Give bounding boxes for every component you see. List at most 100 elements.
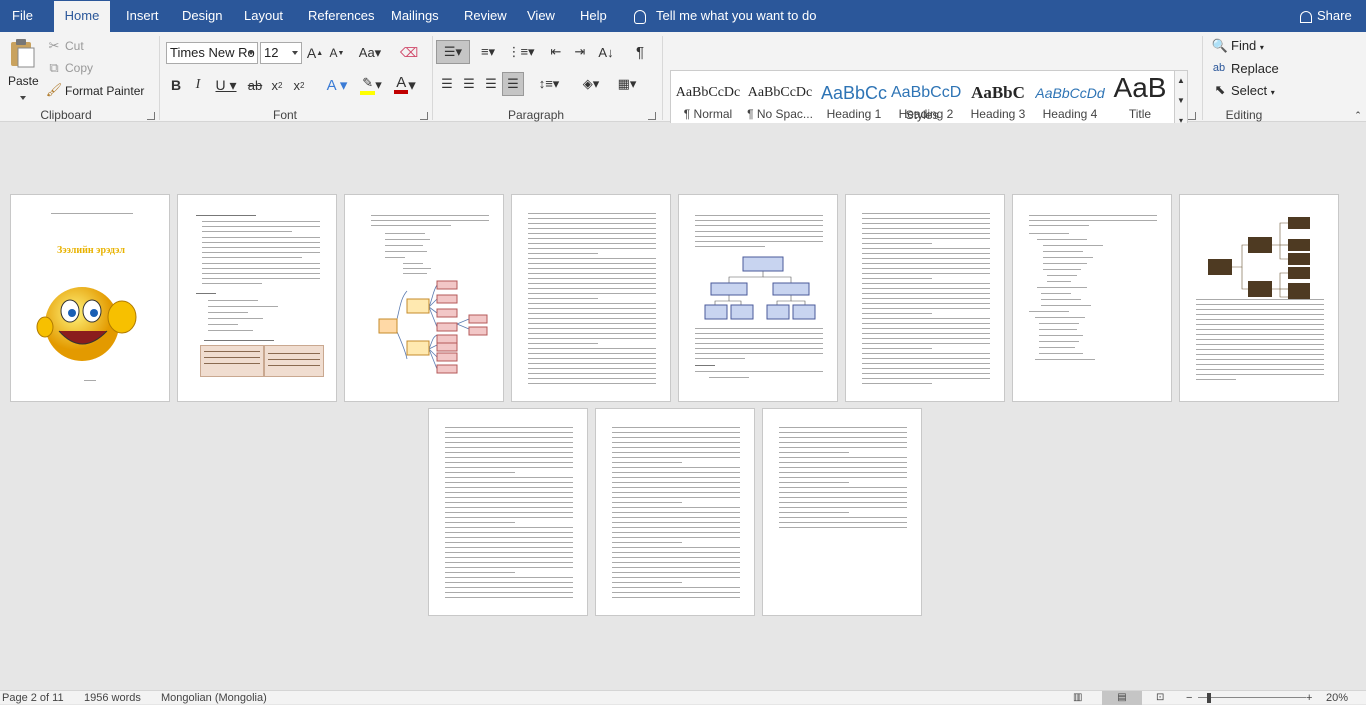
page-thumbnail-8[interactable] — [1179, 194, 1339, 402]
zoom-in-button[interactable]: + — [1306, 691, 1312, 705]
page-thumbnail-1[interactable]: Зээлийн эрэдэл — [10, 194, 170, 402]
copy-button[interactable]: Copy — [65, 61, 93, 75]
page-count[interactable]: Page 2 of 11 — [2, 691, 64, 705]
page-thumbnail-3[interactable] — [344, 194, 504, 402]
font-size-select[interactable]: 12 — [260, 42, 302, 64]
decrease-indent-icon[interactable]: ⇤ — [546, 42, 566, 62]
numbering-icon[interactable]: ≡▾ — [474, 42, 502, 62]
styles-launcher-icon[interactable] — [1188, 112, 1196, 120]
strikethrough-icon[interactable]: ab — [246, 76, 264, 94]
justify-icon[interactable]: ☰ — [502, 72, 524, 96]
collapse-ribbon-icon[interactable]: ⌃ — [1352, 110, 1364, 120]
clipboard-launcher-icon[interactable] — [147, 112, 155, 120]
text-line — [528, 293, 656, 294]
align-center-icon[interactable]: ☰ — [460, 74, 478, 94]
text-line — [445, 547, 573, 548]
superscript-icon[interactable]: x2 — [290, 76, 308, 94]
text-line — [779, 432, 907, 433]
text-line — [528, 338, 656, 339]
zoom-level[interactable]: 20% — [1326, 691, 1348, 705]
text-effects-icon[interactable]: A ▾ — [322, 76, 352, 94]
document-canvas[interactable]: Зээлийн эрэдэл — [0, 123, 1366, 690]
align-right-icon[interactable]: ☰ — [482, 74, 500, 94]
tab-mailings[interactable]: Mailings — [391, 0, 441, 32]
text-line — [862, 253, 990, 254]
pilcrow-icon[interactable]: ¶ — [630, 42, 650, 62]
zoom-slider-thumb[interactable] — [1207, 693, 1211, 703]
borders-icon[interactable]: ▦▾ — [612, 74, 642, 94]
page-thumbnail-7[interactable] — [1012, 194, 1172, 402]
page-thumbnail-6[interactable] — [845, 194, 1005, 402]
replace-button[interactable]: Replace — [1231, 61, 1279, 76]
find-button[interactable]: Find ▾ — [1231, 38, 1264, 53]
text-line — [612, 427, 740, 428]
tell-me-search[interactable]: Tell me what you want to do — [634, 0, 816, 32]
share-button[interactable]: Share — [1300, 0, 1352, 32]
font-name-select[interactable]: Times New Ro — [166, 42, 258, 64]
page-thumbnail-5[interactable] — [678, 194, 838, 402]
tab-layout[interactable]: Layout — [244, 0, 284, 32]
text-line — [445, 572, 516, 573]
tab-file[interactable]: File — [12, 0, 34, 32]
cover-title: Зээлийн эрэдэл — [57, 245, 125, 256]
web-layout-icon[interactable]: ⊡ — [1156, 691, 1164, 705]
shading-icon[interactable]: ◈▾ — [576, 74, 606, 94]
text-line — [612, 477, 740, 478]
font-launcher-icon[interactable] — [420, 112, 428, 120]
tab-references[interactable]: References — [308, 0, 374, 32]
text-line — [862, 268, 990, 269]
format-painter-button[interactable]: Format Painter — [65, 84, 144, 98]
paragraph-launcher-icon[interactable] — [648, 112, 656, 120]
clear-formatting-icon[interactable]: ⌫ — [400, 44, 418, 62]
read-mode-icon[interactable]: ▥ — [1073, 691, 1082, 705]
page-thumbnail-9[interactable] — [428, 408, 588, 616]
text-line — [1039, 341, 1079, 342]
paste-button[interactable]: Paste — [6, 36, 39, 100]
multilevel-list-icon[interactable]: ⋮≡▾ — [506, 42, 536, 62]
page-thumbnail-11[interactable] — [762, 408, 922, 616]
text-line — [612, 517, 740, 518]
select-button[interactable]: Select ▾ — [1231, 83, 1275, 98]
paragraph-group-label: Paragraph — [508, 108, 565, 122]
text-line — [528, 353, 656, 354]
text-line — [445, 442, 573, 443]
highlight-icon[interactable]: ✎ ▾ — [356, 75, 386, 95]
change-case-icon[interactable]: Aa▾ — [356, 44, 384, 62]
bold-icon[interactable]: B — [168, 76, 184, 94]
zoom-slider-track[interactable] — [1198, 697, 1306, 698]
shrink-font-icon[interactable]: A ▼ — [328, 44, 346, 62]
text-line — [1037, 239, 1087, 240]
text-line — [612, 597, 740, 598]
zoom-out-button[interactable]: − — [1186, 691, 1192, 705]
word-count[interactable]: 1956 words — [84, 691, 141, 705]
cut-button[interactable]: Cut — [65, 39, 84, 53]
text-line — [612, 552, 740, 553]
underline-icon[interactable]: U ▾ — [212, 76, 240, 94]
language-indicator[interactable]: Mongolian (Mongolia) — [161, 691, 267, 705]
tab-home[interactable]: Home — [54, 1, 110, 32]
page-thumbnail-2[interactable] — [177, 194, 337, 402]
page-thumbnail-10[interactable] — [595, 408, 755, 616]
increase-indent-icon[interactable]: ⇥ — [570, 42, 590, 62]
chevron-down-icon[interactable]: ▼ — [1175, 93, 1187, 107]
bullets-icon[interactable]: ☰▾ — [436, 40, 470, 64]
font-color-icon[interactable]: A ▾ — [390, 75, 420, 94]
text-line — [1043, 257, 1093, 258]
text-line — [612, 447, 740, 448]
text-line — [528, 378, 656, 379]
tab-design[interactable]: Design — [182, 0, 222, 32]
print-layout-icon[interactable]: ▤ — [1102, 691, 1142, 705]
subscript-icon[interactable]: x2 — [268, 76, 286, 94]
page-thumbnail-4[interactable] — [511, 194, 671, 402]
tab-insert[interactable]: Insert — [126, 0, 159, 32]
tab-view[interactable]: View — [527, 0, 557, 32]
tab-help[interactable]: Help — [580, 0, 608, 32]
italic-icon[interactable]: I — [190, 76, 206, 94]
chevron-up-icon[interactable]: ▲ — [1175, 73, 1187, 87]
align-left-icon[interactable]: ☰ — [438, 74, 456, 94]
tab-review[interactable]: Review — [464, 0, 507, 32]
sort-icon[interactable]: A↓ — [596, 42, 616, 62]
grow-font-icon[interactable]: A ▲ — [306, 44, 324, 62]
text-line — [445, 532, 573, 533]
line-spacing-icon[interactable]: ↕≡▾ — [536, 74, 562, 94]
